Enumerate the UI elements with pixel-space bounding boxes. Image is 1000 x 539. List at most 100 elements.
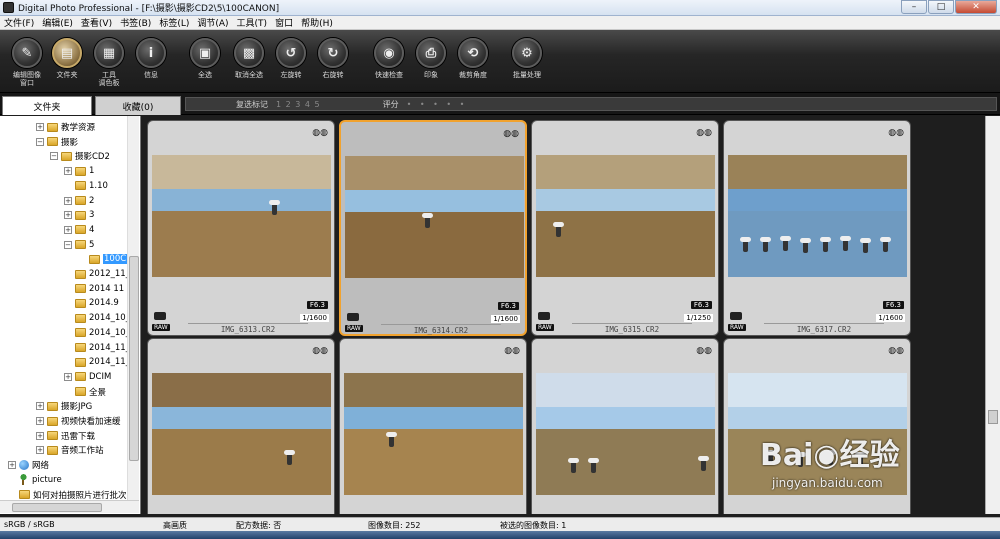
select-all-button[interactable]: ▣ 全选	[180, 38, 230, 79]
expand-icon[interactable]: +	[64, 372, 72, 381]
grid-vertical-scrollbar[interactable]	[985, 116, 1000, 514]
tree-item[interactable]: −5	[64, 238, 94, 252]
expand-icon[interactable]: +	[64, 211, 72, 220]
expand-icon[interactable]: +	[36, 123, 44, 131]
tree-item[interactable]: +4	[64, 223, 94, 237]
toolbar-label: 取消全选	[235, 71, 263, 79]
shutter-speed: 1/1600	[491, 315, 520, 323]
collapse-icon[interactable]: −	[64, 240, 72, 249]
scroll-thumb[interactable]	[988, 410, 998, 424]
menu-item[interactable]: 编辑(E)	[38, 16, 77, 29]
tree-item[interactable]: 1.10	[64, 179, 108, 193]
aperture-badge: F6.3	[497, 302, 519, 310]
tree-item-label: 摄影JPG	[61, 402, 93, 413]
tree-item[interactable]: + 网络	[8, 458, 49, 472]
linked-files-icon: ◍◍	[696, 128, 712, 138]
expand-icon[interactable]: +	[8, 461, 16, 470]
menu-item[interactable]: 书签(B)	[116, 16, 155, 29]
folder-icon	[19, 490, 30, 499]
file-name: IMG_6315.CR2	[572, 323, 692, 334]
tree-item-label: 2014.9	[89, 298, 119, 309]
thumbnail-cell[interactable]: ◍◍ RAW F6.3 1/1600 IMG_6314.CR2	[339, 120, 527, 336]
thumbnail-cell[interactable]: ◍◍	[531, 338, 719, 514]
expand-icon[interactable]: +	[36, 431, 44, 440]
expand-icon[interactable]: +	[36, 446, 44, 455]
tree-item[interactable]: + 教学资源	[36, 120, 95, 134]
tree-item[interactable]: 100C	[78, 252, 128, 266]
tree-item[interactable]: 2014_11_	[64, 355, 130, 369]
folder-icon	[61, 151, 72, 161]
tree-item[interactable]: 2012_11_	[64, 267, 130, 281]
tree-item[interactable]: +1	[64, 164, 94, 178]
collapse-icon[interactable]: −	[50, 152, 58, 161]
expand-icon[interactable]: +	[64, 196, 72, 205]
tree-item-label: 1	[89, 166, 95, 177]
expand-icon[interactable]: +	[64, 225, 72, 234]
tree-item[interactable]: − 摄影	[36, 135, 78, 149]
menu-item[interactable]: 帮助(H)	[297, 16, 337, 29]
tab-favorites[interactable]: 收藏(0)	[95, 96, 181, 115]
thumbnail-cell[interactable]: ◍◍ RAW F6.3 1/1600 IMG_6313.CR2	[147, 120, 335, 336]
quick-check-icon: ◉	[374, 38, 404, 68]
crane-figure	[860, 238, 871, 253]
tree-item[interactable]: 2014_10_	[64, 326, 130, 340]
menu-item[interactable]: 窗口	[271, 16, 297, 29]
rotate-right-button[interactable]: ↻ 右旋转	[308, 38, 358, 79]
tree-item[interactable]: + DCIM	[64, 370, 111, 384]
menu-item[interactable]: 标签(L)	[155, 16, 193, 29]
menu-item[interactable]: 工具(T)	[233, 16, 272, 29]
tree-item[interactable]: 2014.9	[64, 296, 119, 310]
tree-item[interactable]: 2014_11_	[64, 341, 130, 355]
scroll-thumb[interactable]	[12, 503, 102, 512]
rating-selector[interactable]: • • • • •	[407, 100, 468, 109]
thumbnail-cell[interactable]: ◍◍	[147, 338, 335, 514]
tree-item-label: 2014_11_	[89, 357, 130, 368]
folder-tree: + 教学资源 − 摄影 − 摄影CD2 +1 1.10 +2 +3 +4−5 100C 2012_11_…	[0, 116, 141, 514]
toolbar-label: 信息	[144, 71, 158, 79]
tree-item-label: 全景	[89, 387, 107, 398]
tree-item[interactable]: +3	[64, 208, 94, 222]
minimize-button[interactable]: –	[901, 0, 927, 14]
crane-figure	[698, 456, 709, 471]
expand-icon[interactable]: +	[36, 417, 44, 425]
tree-vertical-scrollbar[interactable]	[127, 116, 139, 500]
batch-process-button[interactable]: ⚙ 批量处理	[502, 38, 552, 79]
tree-item-label: DCIM	[89, 371, 112, 382]
tree-item[interactable]: picture	[8, 473, 62, 487]
tree-item[interactable]: + 视频快看加速缓	[36, 414, 121, 428]
tree-item[interactable]: − 摄影CD2	[50, 149, 110, 163]
tree-item-label: 如何对拍摄照片进行批次	[33, 490, 127, 501]
tab-folder[interactable]: 文件夹	[2, 96, 92, 115]
info-button[interactable]: i 信息	[126, 38, 176, 79]
thumbnail-cell[interactable]: ◍◍ RAW F6.3 1/1600 IMG_6317.CR2	[723, 120, 911, 336]
selected-count: 被选的图像数目: 1	[500, 521, 567, 530]
tree-item[interactable]: 2014_10_	[64, 311, 130, 325]
tree-horizontal-scrollbar[interactable]	[0, 500, 139, 513]
menu-item[interactable]: 调节(A)	[193, 16, 232, 29]
menu-item[interactable]: 文件(F)	[0, 16, 38, 29]
tree-item[interactable]: + 迅雷下载	[36, 429, 95, 443]
tree-item[interactable]: + 摄影JPG	[36, 399, 92, 413]
expand-icon[interactable]: +	[36, 402, 44, 411]
thumbnail-cell[interactable]: ◍◍ RAW F6.3 1/1250 IMG_6315.CR2	[531, 120, 719, 336]
photo-water	[536, 407, 715, 430]
tree-item[interactable]: 2014 11	[64, 282, 124, 296]
tree-item[interactable]: 全景	[64, 385, 106, 399]
tree-item[interactable]: + 音频工作站	[36, 443, 104, 457]
check-mark-selector[interactable]: 1 2 3 4 5	[276, 100, 321, 109]
folder-icon	[75, 328, 86, 338]
plant-icon	[19, 474, 28, 486]
rotate-right-icon: ↻	[318, 38, 348, 68]
menu-item[interactable]: 查看(V)	[77, 16, 116, 29]
crop-angle-button[interactable]: ⟲ 裁剪角度	[448, 38, 498, 79]
maximize-button[interactable]: □	[928, 0, 954, 14]
collapse-icon[interactable]: −	[36, 137, 44, 146]
expand-icon[interactable]: +	[64, 167, 72, 176]
tree-item[interactable]: +2	[64, 194, 94, 208]
linked-files-icon: ◍◍	[504, 346, 520, 356]
thumbnail-cell[interactable]: ◍◍	[339, 338, 527, 514]
scroll-thumb[interactable]	[129, 256, 139, 461]
toolbar-label: 右旋转	[322, 71, 344, 79]
folder-icon	[75, 298, 86, 308]
close-button[interactable]: ✕	[955, 0, 997, 14]
